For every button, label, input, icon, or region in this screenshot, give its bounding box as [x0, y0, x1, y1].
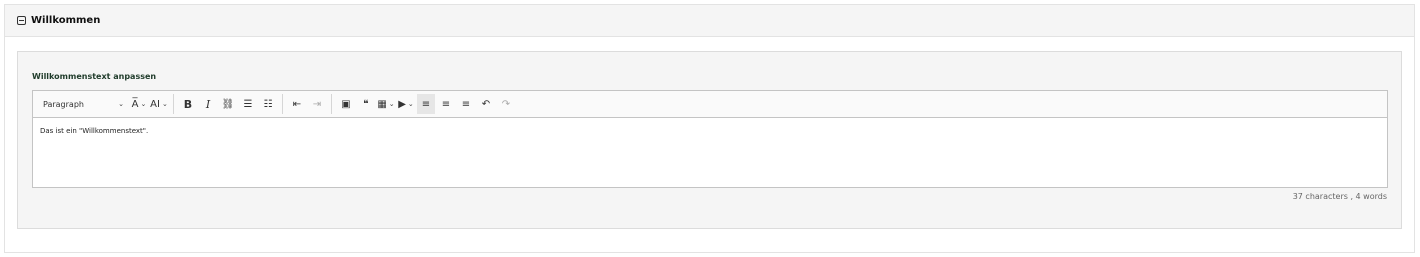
- insert-media-button[interactable]: ▶ ⌄: [397, 94, 415, 114]
- heading-select-value: Paragraph: [43, 99, 84, 109]
- indent-button[interactable]: ⇥: [308, 94, 326, 114]
- outdent-icon: ⇤: [292, 98, 302, 110]
- field-container: Willkommenstext anpassen Paragraph ⌄ A̅ …: [17, 51, 1402, 229]
- field-label: Willkommenstext anpassen: [32, 72, 157, 81]
- media-icon: ▶: [398, 98, 406, 110]
- align-left-button[interactable]: ≡: [417, 94, 435, 114]
- rich-text-editor: Paragraph ⌄ A̅ ⌄ AI ⌄ B I ⛓ ☰ ☷ ⇤ ⇥ ▣ ❝ …: [32, 90, 1388, 188]
- toolbar-separator: [282, 94, 283, 114]
- italic-button[interactable]: I: [199, 94, 217, 114]
- image-icon: ▣: [341, 98, 351, 110]
- editor-content[interactable]: Das ist ein "Willkommenstext".: [33, 118, 1387, 144]
- character-word-counter: 37 characters , 4 words: [1292, 192, 1387, 201]
- bulleted-list-icon: ☰: [243, 98, 253, 110]
- table-icon: ▦: [377, 98, 387, 110]
- toolbar-separator: [331, 94, 332, 114]
- panel-title: Willkommen: [31, 15, 101, 26]
- insert-image-button[interactable]: ▣: [337, 94, 355, 114]
- link-button[interactable]: ⛓: [219, 94, 237, 114]
- quote-icon: ❝: [363, 98, 369, 110]
- undo-icon: ↶: [481, 98, 491, 110]
- link-icon: ⛓: [221, 98, 235, 110]
- insert-table-button[interactable]: ▦ ⌄: [377, 94, 395, 114]
- font-size-icon: A̅: [131, 98, 139, 110]
- chevron-down-icon: ⌄: [140, 100, 147, 108]
- indent-icon: ⇥: [312, 98, 322, 110]
- heading-select[interactable]: Paragraph ⌄: [38, 94, 128, 114]
- chevron-down-icon: ⌄: [118, 100, 124, 108]
- redo-icon: ↷: [501, 98, 511, 110]
- block-quote-button[interactable]: ❝: [357, 94, 375, 114]
- align-left-icon: ≡: [421, 98, 431, 110]
- align-center-button[interactable]: ≡: [457, 94, 475, 114]
- align-right-button[interactable]: ≡: [437, 94, 455, 114]
- align-center-icon: ≡: [461, 98, 471, 110]
- toolbar-separator: [173, 94, 174, 114]
- collapse-icon[interactable]: [17, 16, 26, 25]
- panel-header[interactable]: Willkommen: [5, 5, 1414, 37]
- bulleted-list-button[interactable]: ☰: [239, 94, 257, 114]
- welcome-panel: Willkommen Willkommenstext anpassen Para…: [4, 4, 1415, 253]
- align-right-icon: ≡: [441, 98, 451, 110]
- undo-button[interactable]: ↶: [477, 94, 495, 114]
- chevron-down-icon: ⌄: [161, 100, 168, 108]
- chevron-down-icon: ⌄: [407, 100, 414, 108]
- outdent-button[interactable]: ⇤: [288, 94, 306, 114]
- bold-button[interactable]: B: [179, 94, 197, 114]
- font-family-icon: AI: [150, 98, 160, 110]
- redo-button[interactable]: ↷: [497, 94, 515, 114]
- font-family-button[interactable]: AI ⌄: [150, 94, 168, 114]
- numbered-list-icon: ☷: [263, 98, 273, 110]
- editor-toolbar: Paragraph ⌄ A̅ ⌄ AI ⌄ B I ⛓ ☰ ☷ ⇤ ⇥ ▣ ❝ …: [33, 91, 1387, 118]
- font-size-button[interactable]: A̅ ⌄: [130, 94, 148, 114]
- chevron-down-icon: ⌄: [388, 100, 395, 108]
- numbered-list-button[interactable]: ☷: [259, 94, 277, 114]
